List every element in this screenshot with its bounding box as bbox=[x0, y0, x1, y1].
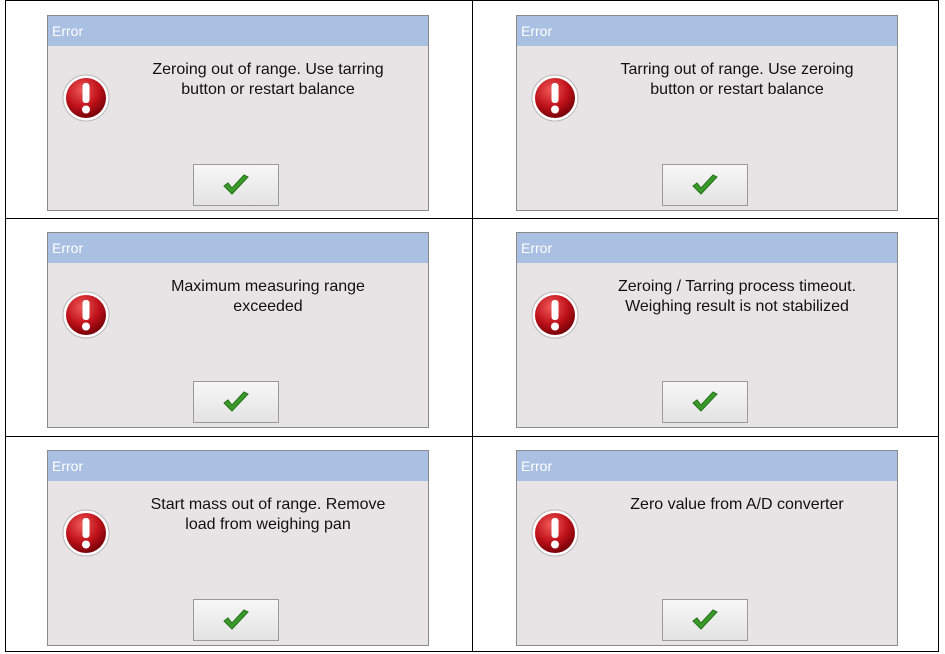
dialog-title: Error bbox=[517, 451, 897, 481]
error-dialog: Error Maximum measuring range exceeded bbox=[47, 232, 429, 428]
dialog-message-line: exceeded bbox=[233, 298, 303, 315]
dialog-message: Start mass out of range. Remove load fro… bbox=[118, 495, 418, 535]
confirm-button[interactable] bbox=[193, 381, 279, 423]
error-exclamation-icon bbox=[62, 291, 110, 339]
table-divider-row1 bbox=[6, 218, 938, 219]
error-exclamation-icon bbox=[62, 509, 110, 557]
error-exclamation-icon bbox=[62, 74, 110, 122]
confirm-button[interactable] bbox=[662, 164, 748, 206]
error-dialog: Error Start mass out of range. Remove lo… bbox=[47, 450, 429, 646]
checkmark-icon bbox=[223, 609, 249, 630]
dialog-message-line: Zeroing out of range. Use tarring bbox=[152, 61, 384, 78]
dialog-title: Error bbox=[48, 451, 428, 481]
table-divider-row2 bbox=[6, 436, 938, 437]
error-exclamation-icon bbox=[531, 74, 579, 122]
dialog-title: Error bbox=[48, 233, 428, 263]
dialog-message-line: Weighing result is not stabilized bbox=[625, 298, 849, 315]
confirm-button[interactable] bbox=[662, 381, 748, 423]
dialog-message-line: Tarring out of range. Use zeroing bbox=[620, 61, 854, 78]
confirm-button[interactable] bbox=[193, 164, 279, 206]
dialog-message: Tarring out of range. Use zeroing button… bbox=[587, 60, 887, 100]
dialog-message: Zero value from A/D converter bbox=[587, 495, 887, 515]
checkmark-icon bbox=[692, 391, 718, 412]
dialog-message: Zeroing out of range. Use tarring button… bbox=[118, 60, 418, 100]
dialog-message-line: Start mass out of range. Remove bbox=[150, 496, 386, 513]
checkmark-icon bbox=[223, 391, 249, 412]
checkmark-icon bbox=[223, 174, 249, 195]
table-divider-vertical bbox=[472, 1, 473, 651]
dialog-message-line: button or restart balance bbox=[181, 81, 355, 98]
confirm-button[interactable] bbox=[193, 599, 279, 641]
dialog-message: Zeroing / Tarring process timeout. Weigh… bbox=[587, 277, 887, 317]
error-dialog: Error Zero value from A/D converter bbox=[516, 450, 898, 646]
error-dialog: Error Zeroing / Tarring process timeout.… bbox=[516, 232, 898, 428]
dialog-message-line: load from weighing pan bbox=[185, 516, 351, 533]
dialog-message-line: button or restart balance bbox=[650, 81, 824, 98]
error-exclamation-icon bbox=[531, 291, 579, 339]
error-exclamation-icon bbox=[531, 509, 579, 557]
dialog-table: Error Zeroing out of range. Use tarring … bbox=[5, 0, 939, 652]
confirm-button[interactable] bbox=[662, 599, 748, 641]
dialog-message: Maximum measuring range exceeded bbox=[118, 277, 418, 317]
dialog-message-line: Zero value from A/D converter bbox=[630, 496, 844, 513]
checkmark-icon bbox=[692, 174, 718, 195]
error-dialog: Error Tarring out of range. Use zeroing … bbox=[516, 15, 898, 211]
error-dialog: Error Zeroing out of range. Use tarring … bbox=[47, 15, 429, 211]
dialog-message-line: Maximum measuring range bbox=[171, 278, 365, 295]
dialog-title: Error bbox=[48, 16, 428, 46]
dialog-title: Error bbox=[517, 233, 897, 263]
dialog-title: Error bbox=[517, 16, 897, 46]
dialog-message-line: Zeroing / Tarring process timeout. bbox=[617, 278, 857, 295]
checkmark-icon bbox=[692, 609, 718, 630]
